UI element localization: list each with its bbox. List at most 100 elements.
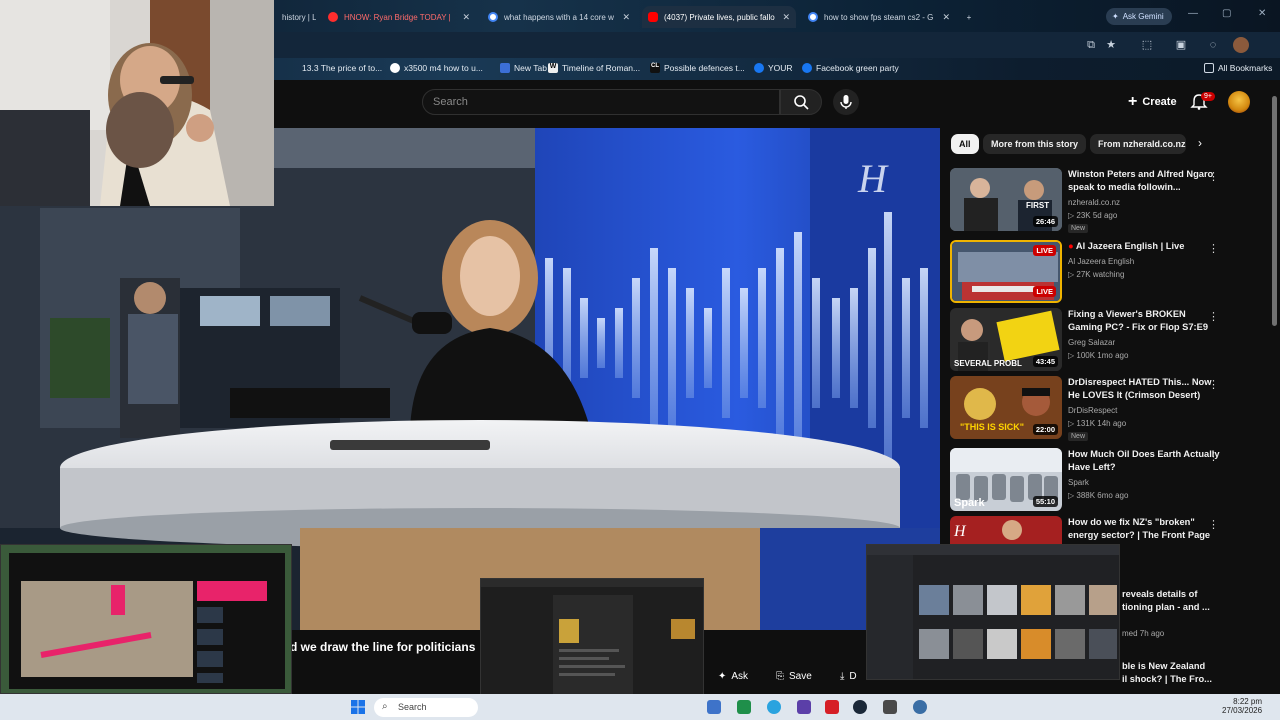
video-thumbnail[interactable]: FIRST 26:46 <box>950 168 1062 231</box>
video-thumbnail[interactable]: H <box>950 516 1062 544</box>
recommendation-item[interactable]: SEVERAL PROBL 43:45 Fixing a Viewer's BR… <box>950 308 1268 372</box>
facebook-icon <box>754 63 764 73</box>
file-explorer-icon[interactable] <box>707 700 721 714</box>
channel-name[interactable]: nzherald.co.nz <box>1068 198 1120 207</box>
bookmark-item[interactable]: YOUR <box>754 63 793 73</box>
search-input[interactable]: Search <box>422 89 780 115</box>
page-scrollbar[interactable] <box>1272 96 1277 326</box>
voice-search-button[interactable] <box>833 89 859 115</box>
partial-title[interactable]: reveals details of tioning plan - and ... <box>1122 588 1210 613</box>
ask-gemini-button[interactable]: ✦ Ask Gemini <box>1106 8 1172 25</box>
close-icon[interactable]: ✕ <box>456 12 470 23</box>
notification-count-badge: 9+ <box>1201 92 1215 101</box>
download-label: D <box>849 670 857 682</box>
video-thumbnail[interactable]: SEVERAL PROBL 43:45 <box>950 308 1062 371</box>
recommendation-item[interactable]: Spark 55:10 How Much Oil Does Earth Actu… <box>950 448 1268 512</box>
video-thumbnail[interactable]: LIVE LIVE <box>950 240 1062 303</box>
tab-private-lives[interactable]: (4037) Private lives, public fallo ✕ <box>642 6 796 28</box>
create-button[interactable]: + Create <box>1120 89 1185 115</box>
tab-fps-steam[interactable]: how to show fps steam cs2 - G ✕ <box>802 6 956 28</box>
pip-window-right[interactable] <box>866 544 1120 680</box>
partial-meta: med 7h ago <box>1122 629 1165 638</box>
close-window-icon[interactable]: ✕ <box>1258 8 1266 19</box>
extensions-icon[interactable]: ⬚ <box>1140 38 1154 52</box>
more-options-icon[interactable]: ⋮ <box>1208 450 1219 463</box>
channel-name[interactable]: Al Jazeera English <box>1068 257 1134 266</box>
clock-time: 8:22 pm <box>1233 697 1263 706</box>
save-label: Save <box>789 670 812 682</box>
recommendation-item[interactable]: "THIS IS SICK" 22:00 DrDisrespect HATED … <box>950 376 1268 441</box>
save-button[interactable]: ⎘ Save <box>776 666 812 686</box>
app-purple-icon[interactable] <box>797 700 811 714</box>
video-title[interactable]: How Much Oil Does Earth Actually Have Le… <box>1068 448 1220 473</box>
bookmark-item[interactable]: x3500 m4 how to u... <box>390 63 483 73</box>
ask-label: Ask <box>731 670 749 682</box>
profile-avatar[interactable] <box>1233 37 1249 53</box>
new-badge: New <box>1068 224 1089 233</box>
telegram-icon[interactable] <box>767 700 781 714</box>
video-thumbnail[interactable]: "THIS IS SICK" 22:00 <box>950 376 1062 439</box>
channel-name[interactable]: Greg Salazar <box>1068 338 1115 347</box>
minimize-icon[interactable]: — <box>1188 8 1198 19</box>
more-options-icon[interactable]: ⋮ <box>1208 242 1219 255</box>
gamepad-icon[interactable] <box>883 700 897 714</box>
chip-from-nzherald[interactable]: From nzherald.co.nz <box>1090 134 1186 154</box>
video-title[interactable]: ● Al Jazeera English | Live <box>1068 240 1220 253</box>
windows-start-icon[interactable] <box>351 700 365 714</box>
video-title[interactable]: Fixing a Viewer's BROKEN Gaming PC? - Fi… <box>1068 308 1220 333</box>
settings-gear-icon[interactable] <box>913 700 927 714</box>
profile-switch-icon[interactable]: ◌ <box>1206 38 1220 52</box>
cast-icon[interactable]: ⧉ <box>1084 38 1098 52</box>
app-green-icon[interactable] <box>737 700 751 714</box>
bookmark-item[interactable]: New Tab <box>500 63 547 73</box>
tab-history[interactable]: history | L✕ <box>276 6 316 28</box>
partial-title[interactable]: ble is New Zealand il shock? | The Fro... <box>1122 660 1212 685</box>
folder-icon <box>1204 63 1214 73</box>
chip-more-from-story[interactable]: More from this story <box>983 134 1087 154</box>
taskbar-search-label: Search <box>398 702 427 712</box>
close-icon[interactable]: ✕ <box>776 12 790 23</box>
steam-icon[interactable] <box>853 700 867 714</box>
video-title[interactable]: How do we fix NZ's "broken" energy secto… <box>1068 516 1220 541</box>
more-options-icon[interactable]: ⋮ <box>1208 310 1219 323</box>
adobe-icon[interactable] <box>825 700 839 714</box>
more-options-icon[interactable]: ⋮ <box>1208 518 1219 531</box>
more-options-icon[interactable]: ⋮ <box>1208 378 1219 391</box>
youtube-avatar[interactable] <box>1228 91 1250 113</box>
video-thumbnail[interactable]: Spark 55:10 <box>950 448 1062 511</box>
bookmark-item[interactable]: W Timeline of Roman... <box>548 63 640 73</box>
chip-all[interactable]: All <box>951 134 979 154</box>
search-button[interactable] <box>780 89 822 115</box>
video-title[interactable]: Winston Peters and Alfred Ngaro speak to… <box>1068 168 1220 193</box>
maximize-icon[interactable]: ▢ <box>1222 8 1231 19</box>
tab-hnow[interactable]: HNOW: Ryan Bridge TODAY | ✕ <box>322 6 476 28</box>
recommendation-item[interactable]: FIRST 26:46 Winston Peters and Alfred Ng… <box>950 168 1268 233</box>
bookmark-item[interactable]: 13.3 The price of to... <box>302 63 382 73</box>
pip-window-left[interactable] <box>0 544 292 694</box>
new-tab-button[interactable]: + <box>960 6 978 28</box>
channel-name[interactable]: DrDisRespect <box>1068 406 1117 415</box>
bookmark-label: Possible defences t... <box>664 63 745 73</box>
pip-window-center[interactable] <box>480 578 704 712</box>
taskbar-search[interactable]: ⌕ Search <box>374 698 478 717</box>
all-bookmarks-label: All Bookmarks <box>1218 63 1273 73</box>
more-options-icon[interactable]: ⋮ <box>1208 170 1219 183</box>
close-icon[interactable]: ✕ <box>616 12 630 23</box>
recommendation-item[interactable]: H How do we fix NZ's "broken" energy sec… <box>950 516 1268 544</box>
channel-name[interactable]: Spark <box>1068 478 1089 487</box>
bookmark-item[interactable]: CL Possible defences t... <box>650 63 745 73</box>
bookmark-item[interactable]: Facebook green party <box>802 63 899 73</box>
ask-button[interactable]: ✦ Ask <box>718 666 748 686</box>
all-bookmarks-button[interactable]: All Bookmarks <box>1204 63 1272 73</box>
bookmark-label: Facebook green party <box>816 63 899 73</box>
download-button[interactable]: ⤓ D <box>840 666 857 686</box>
chevron-right-icon[interactable]: › <box>1198 136 1202 150</box>
close-icon[interactable]: ✕ <box>936 12 950 23</box>
system-clock[interactable]: 8:22 pm 27/03/2026 <box>1222 697 1262 715</box>
sidebar-icon[interactable]: ▣ <box>1174 38 1188 52</box>
bookmark-star-icon[interactable]: ★ <box>1104 38 1118 52</box>
webcam-image <box>0 0 274 206</box>
video-title[interactable]: DrDisrespect HATED This... Now He LOVES … <box>1068 376 1220 401</box>
tab-google-search[interactable]: what happens with a 14 core w ✕ <box>482 6 636 28</box>
recommendation-item[interactable]: LIVE LIVE ● Al Jazeera English | Live Al… <box>950 240 1268 304</box>
